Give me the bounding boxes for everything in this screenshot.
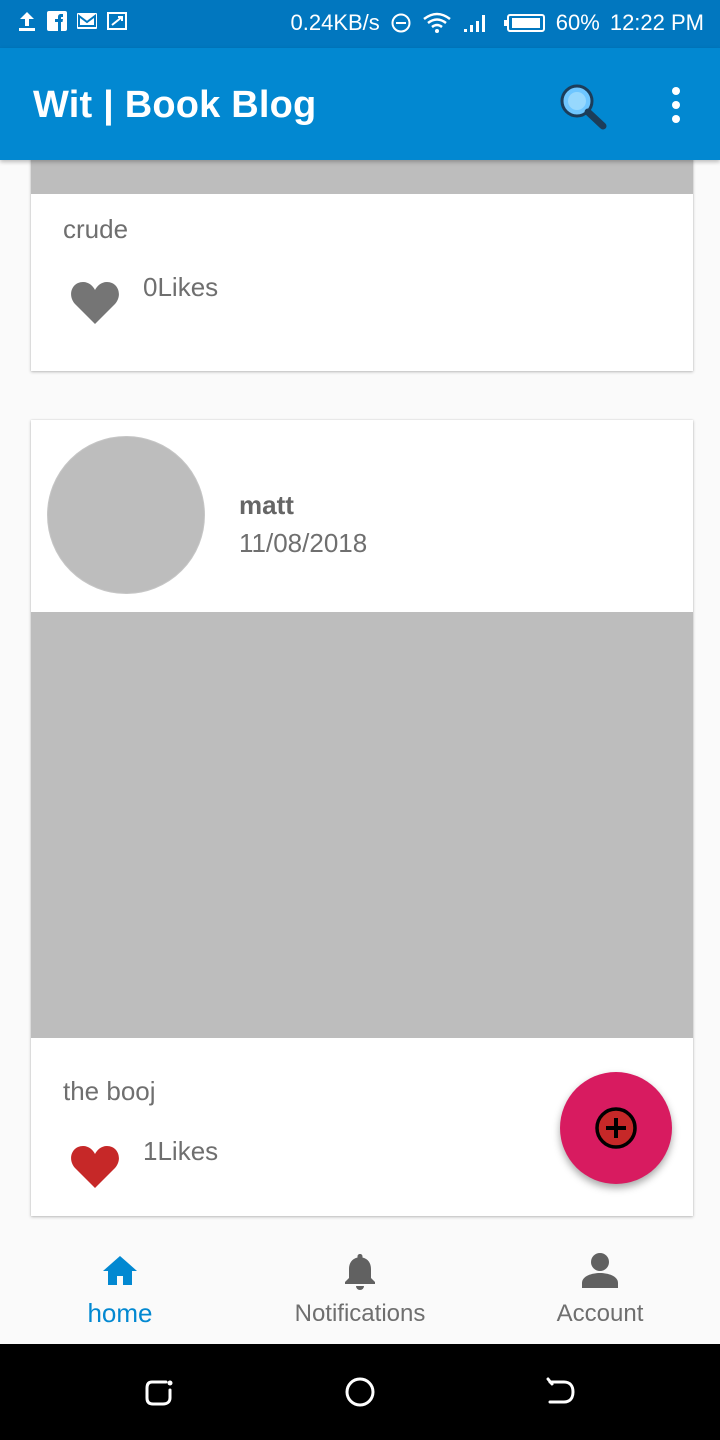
upload-icon [19, 12, 35, 31]
heart-icon[interactable] [69, 280, 121, 326]
cast-icon [107, 12, 127, 30]
post-image[interactable] [31, 160, 693, 194]
post-caption: the booj [63, 1076, 156, 1106]
recent-apps-icon[interactable] [142, 1374, 178, 1410]
likes-count: 1Likes [143, 1136, 219, 1166]
nav-item-home[interactable]: home [0, 1232, 240, 1344]
post-image[interactable] [31, 612, 693, 1038]
like-button[interactable]: 1Likes [69, 1136, 369, 1188]
add-circle-icon [595, 1107, 637, 1149]
like-button[interactable]: 0Likes [69, 272, 369, 324]
status-system-info: 0.24KB/s 60% 12:22 PM [291, 10, 705, 36]
post-date: 11/08/2018 [239, 528, 368, 558]
add-post-button[interactable] [560, 1072, 672, 1184]
post-author: matt [239, 490, 294, 520]
battery-level: 60% [555, 10, 600, 35]
avatar[interactable] [47, 436, 205, 594]
bottom-navigation: home Notifications Account [0, 1232, 720, 1344]
status-bar: 0.24KB/s 60% 12:22 PM [0, 0, 720, 48]
nav-label: Account [556, 1300, 644, 1327]
home-icon [103, 1256, 137, 1285]
more-options-icon[interactable] [664, 86, 688, 124]
person-icon [582, 1253, 618, 1288]
search-icon[interactable] [558, 82, 608, 130]
nav-label: home [87, 1298, 153, 1328]
bell-icon [345, 1254, 375, 1290]
heart-icon[interactable] [69, 1144, 121, 1190]
app-title: Wit | Book Blog [33, 84, 317, 126]
signal-icon [463, 15, 485, 32]
battery-icon [503, 14, 545, 32]
status-notification-icons [16, 10, 128, 32]
network-speed: 0.24KB/s [290, 10, 380, 35]
app-bar: Wit | Book Blog [0, 48, 720, 160]
nav-item-notifications[interactable]: Notifications [240, 1232, 480, 1344]
mail-icon [77, 13, 97, 29]
back-icon[interactable] [542, 1374, 578, 1410]
nav-item-account[interactable]: Account [480, 1232, 720, 1344]
nav-label: Notifications [294, 1300, 426, 1327]
post-caption: crude [63, 214, 129, 244]
facebook-icon [47, 11, 67, 31]
wifi-icon [423, 12, 451, 33]
clock: 12:22 PM [609, 10, 704, 35]
home-button-icon[interactable] [342, 1374, 378, 1410]
post-card: crude 0Likes [31, 160, 693, 371]
likes-count: 0Likes [143, 272, 219, 302]
do-not-disturb-icon [391, 13, 411, 33]
system-navigation-bar [0, 1344, 720, 1440]
